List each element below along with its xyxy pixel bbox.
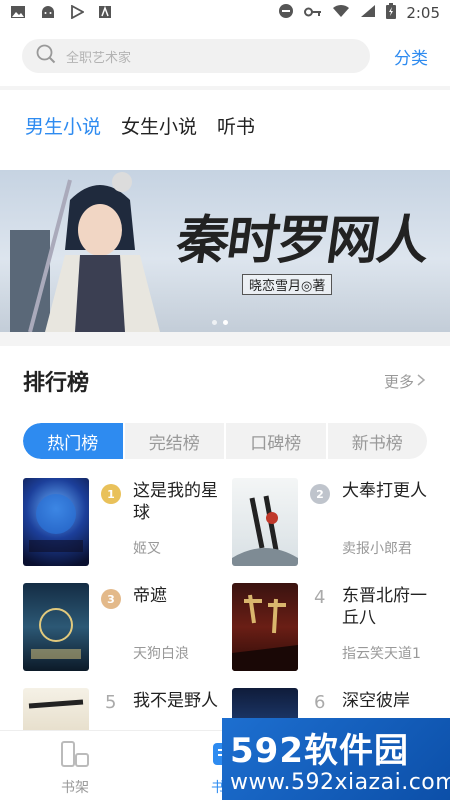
tab-female-novels[interactable]: 女生小说 — [121, 112, 197, 139]
divider — [0, 86, 450, 90]
status-time: 2:05 — [406, 4, 440, 22]
book-item[interactable]: 4 东晋北府一丘八 指云笑天道1 — [232, 583, 432, 673]
book-cover — [23, 583, 89, 671]
site-watermark: 592软件园 www.592xiazai.com — [222, 718, 450, 800]
banner-dot — [212, 320, 217, 325]
tab-reputation-ranking[interactable]: 口碑榜 — [226, 423, 328, 459]
tab-male-novels[interactable]: 男生小说 — [25, 112, 101, 139]
tab-new-books-ranking[interactable]: 新书榜 — [328, 423, 428, 459]
book-item[interactable]: 3 帝遮 天狗白浪 — [23, 583, 223, 673]
tab-hot-ranking[interactable]: 热门榜 — [23, 423, 125, 459]
battery-icon — [386, 3, 397, 23]
banner-character-illustration — [10, 172, 160, 332]
banner-dot-active — [223, 320, 228, 325]
book-author: 姬叉 — [133, 541, 161, 557]
ranking-title: 排行榜 — [23, 371, 90, 396]
status-bar: 2:05 — [0, 0, 450, 26]
rank-number: 5 — [105, 692, 117, 713]
book-cover — [232, 583, 298, 671]
book-item[interactable]: 2 大奉打更人 卖报小郎君 — [232, 478, 432, 568]
section-divider — [0, 332, 450, 346]
rank-number: 4 — [314, 587, 326, 608]
banner-title: 秦时罗网人 — [173, 210, 432, 271]
chevron-right-icon — [416, 373, 426, 391]
watermark-title: 592软件园 — [230, 731, 409, 771]
image-notification-icon — [10, 4, 26, 23]
more-label: 更多 — [383, 373, 414, 391]
tab-completed-ranking[interactable]: 完结榜 — [125, 423, 226, 459]
book-title: 我不是野人 — [133, 691, 218, 711]
android-icon — [40, 4, 56, 23]
book-title: 东晋北府一丘八 — [342, 586, 427, 628]
bookshelf-icon — [59, 739, 91, 773]
book-item[interactable]: 1 这是我的星球 姬叉 — [23, 478, 223, 568]
key-icon — [304, 4, 322, 22]
search-header: 全职艺术家 分类 — [0, 26, 450, 86]
signal-icon — [360, 4, 376, 22]
book-title: 这是我的星球 — [133, 481, 218, 523]
book-author: 卖报小郎君 — [342, 541, 412, 557]
play-store-icon — [70, 3, 85, 23]
category-tabs: 男生小说 女生小说 听书 — [25, 112, 255, 139]
tab-audiobooks[interactable]: 听书 — [217, 112, 255, 139]
book-title: 大奉打更人 — [342, 481, 427, 501]
book-cover — [23, 478, 89, 566]
book-author: 天狗白浪 — [133, 646, 189, 662]
bronze-medal-icon: 3 — [101, 589, 121, 609]
rank-number: 6 — [314, 692, 326, 713]
wifi-icon — [332, 4, 350, 22]
nav-bookshelf[interactable]: 书架 — [0, 731, 150, 800]
book-title: 帝遮 — [133, 586, 167, 606]
banner-author: 晓恋雪月◎著 — [242, 274, 333, 295]
ranking-tabs: 热门榜 完结榜 口碑榜 新书榜 — [23, 423, 427, 459]
gold-medal-icon: 1 — [101, 484, 121, 504]
ranking-more-button[interactable]: 更多 — [384, 371, 426, 392]
silver-medal-icon: 2 — [310, 484, 330, 504]
promo-banner[interactable]: 秦时罗网人 晓恋雪月◎著 — [0, 170, 450, 332]
nav-bookshelf-label: 书架 — [61, 780, 89, 796]
do-not-disturb-icon — [278, 3, 294, 23]
banner-pagination — [212, 320, 228, 325]
cover-art — [29, 494, 83, 552]
cover-art — [31, 608, 81, 659]
book-cover — [232, 478, 298, 566]
cover-art — [232, 495, 298, 566]
cover-art — [232, 594, 298, 671]
search-placeholder: 全职艺术家 — [66, 50, 132, 66]
watermark-url: www.592xiazai.com — [230, 770, 450, 795]
book-author: 指云笑天道1 — [342, 646, 421, 662]
book-title: 深空彼岸 — [342, 691, 410, 711]
classify-button[interactable]: 分类 — [394, 44, 428, 69]
search-input[interactable]: 全职艺术家 — [22, 39, 370, 73]
search-icon — [36, 44, 56, 68]
app-notification-icon — [98, 4, 112, 23]
